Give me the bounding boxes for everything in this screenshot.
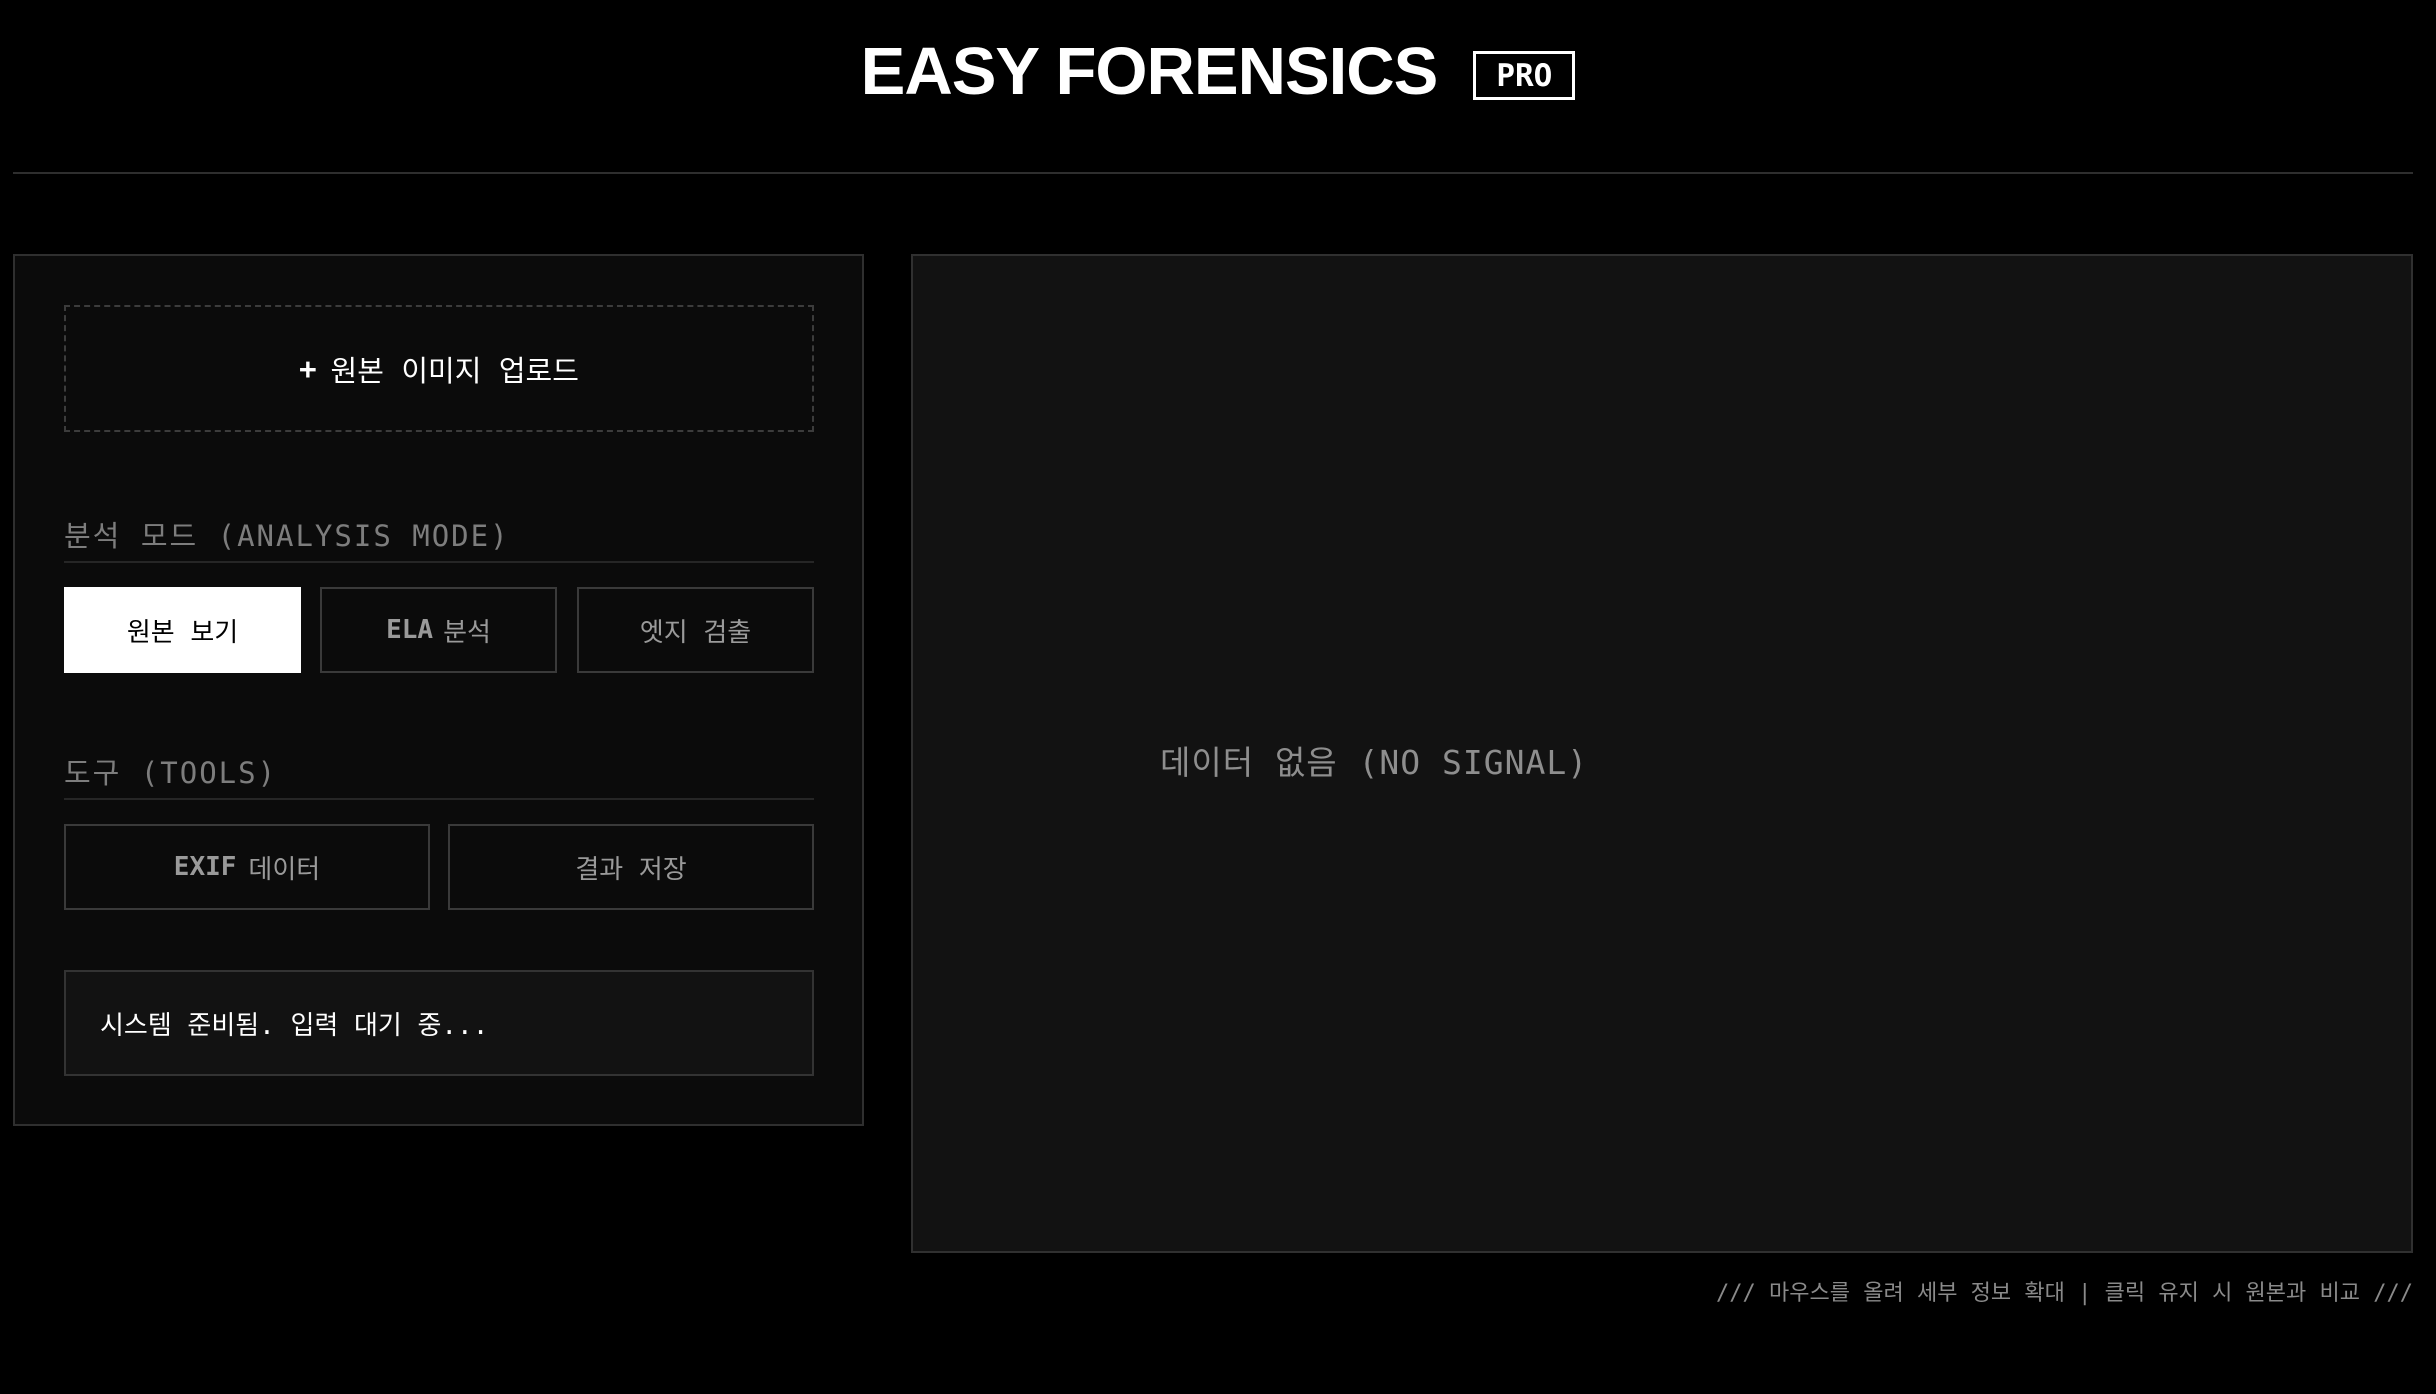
control-panel: + 원본 이미지 업로드 분석 모드 (ANALYSIS MODE) 원본 보기… [13, 254, 864, 1126]
mode-edge-button[interactable]: 엣지 검출 [577, 587, 814, 673]
title-group: EASY FORENSICS PRO [0, 38, 2436, 105]
footer-hint: /// 마우스를 올려 세부 정보 확대 | 클릭 유지 시 원본과 비교 //… [1716, 1281, 2413, 1306]
mode-ela-button[interactable]: ELA 분석 [320, 587, 557, 673]
status-console: 시스템 준비됨. 입력 대기 중... [64, 970, 814, 1076]
save-result-label: 결과 저장 [575, 854, 687, 885]
header-divider [13, 172, 2413, 174]
analysis-mode-heading: 분석 모드 (ANALYSIS MODE) [64, 519, 510, 553]
status-text: 시스템 준비됨. 입력 대기 중... [100, 1010, 489, 1041]
upload-label: 원본 이미지 업로드 [330, 353, 579, 388]
pro-badge: PRO [1473, 50, 1576, 101]
app-title: EASY FORENSICS [860, 34, 1439, 109]
no-signal-placeholder: 데이터 없음 (NO SIGNAL) [1160, 743, 1589, 782]
mode-ela-prefix: ELA [386, 615, 434, 645]
tools-heading: 도구 (TOOLS) [64, 756, 278, 790]
image-viewer[interactable]: 데이터 없음 (NO SIGNAL) [911, 254, 2413, 1253]
upload-image-button[interactable]: + 원본 이미지 업로드 [64, 305, 814, 432]
mode-original-label: 원본 보기 [126, 617, 239, 648]
app-header: EASY FORENSICS PRO [0, 0, 2436, 174]
exif-data-button[interactable]: EXIF 데이터 [64, 824, 430, 910]
tools-divider [64, 798, 814, 800]
mode-original-button[interactable]: 원본 보기 [64, 587, 301, 673]
mode-edge-label: 엣지 검출 [639, 617, 752, 648]
plus-icon: + [299, 351, 317, 386]
mode-ela-label: 분석 [443, 617, 491, 648]
exif-label: 데이터 [248, 854, 321, 885]
save-result-button[interactable]: 결과 저장 [448, 824, 814, 910]
analysis-mode-divider [64, 561, 814, 563]
exif-prefix: EXIF [173, 852, 237, 882]
